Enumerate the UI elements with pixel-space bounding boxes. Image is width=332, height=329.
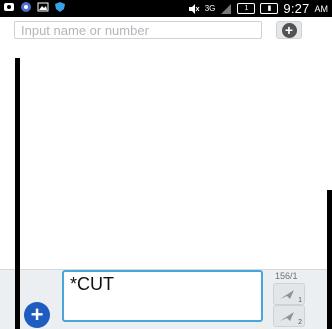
sim-icon: 1 — [237, 3, 256, 14]
message-thread-area — [0, 47, 332, 269]
status-time: 9:27 — [283, 1, 310, 16]
status-notifications — [3, 1, 66, 13]
shield-icon — [54, 1, 66, 13]
add-contact-button[interactable]: + — [276, 21, 302, 39]
send-button-sim2[interactable]: 2 — [273, 305, 305, 327]
chat-bubble-icon — [20, 1, 32, 13]
add-attachment-icon: + — [30, 302, 44, 327]
status-ampm: AM — [314, 3, 329, 14]
sim-slot-label: 1 — [298, 297, 302, 304]
status-bar: 3G 1 ▮ 9:27 AM — [0, 0, 332, 17]
battery-icon: ▮ — [260, 3, 279, 14]
image-icon — [37, 1, 49, 13]
send-icon — [280, 290, 294, 299]
send-icon — [280, 312, 294, 321]
message-input[interactable] — [62, 270, 263, 322]
recipient-input[interactable] — [14, 21, 262, 39]
recipient-row: + — [0, 17, 332, 47]
send-button-sim1[interactable]: 1 — [273, 283, 305, 305]
status-indicators: 3G 1 ▮ 9:27 AM — [188, 1, 328, 16]
screen: 3G 1 ▮ 9:27 AM + 156/1 1 2 + — [0, 0, 332, 329]
sim-slot-label: 2 — [298, 319, 302, 326]
volume-muted-icon — [188, 3, 200, 15]
left-divider-bar — [15, 58, 20, 329]
character-counter: 156/1 — [275, 271, 298, 281]
signal-icon — [220, 3, 232, 15]
network-type: 3G — [204, 4, 216, 13]
right-divider-bar — [327, 190, 332, 329]
add-contact-icon: + — [281, 22, 297, 38]
add-attachment-button[interactable]: + — [24, 302, 50, 328]
notification-icon — [3, 1, 15, 13]
